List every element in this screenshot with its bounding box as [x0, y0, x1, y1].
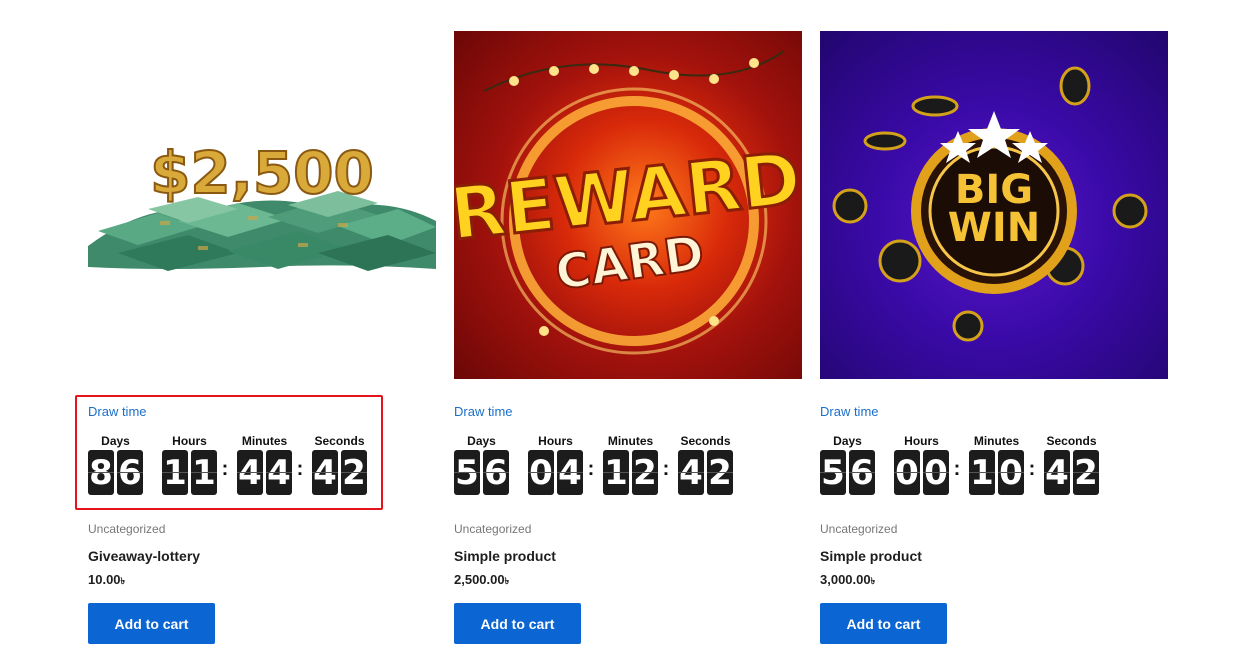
currency-symbol: ৳ [870, 576, 876, 586]
product-price: 2,500.00৳ [454, 572, 509, 589]
countdown-label-hours: Hours [904, 434, 939, 448]
countdown-hours: Hours 0 0 [894, 434, 949, 495]
product-category: Uncategorized [820, 522, 898, 536]
cash-stack-illustration: $2,500 [88, 138, 436, 271]
countdown-digit: 6 [483, 450, 509, 495]
countdown-hours: Hours 0 4 [528, 434, 583, 495]
draw-time-link[interactable]: Draw time [454, 404, 513, 419]
countdown-digit: 0 [528, 450, 554, 495]
countdown-label-seconds: Seconds [680, 434, 731, 448]
countdown-label-days: Days [833, 434, 862, 448]
countdown-label-minutes: Minutes [607, 434, 654, 448]
price-amount: 2,500.00 [454, 572, 505, 587]
countdown-label-seconds: Seconds [1046, 434, 1097, 448]
countdown-digit: 0 [998, 450, 1024, 495]
countdown-seconds: Seconds 4 2 [678, 434, 733, 495]
product-image-reward-card[interactable]: REWARD CARD [454, 31, 802, 379]
countdown-seconds: Seconds 4 2 [1044, 434, 1099, 495]
product-card: $2,500 Draw time Days 8 6 Hours 1 1 : Mi… [88, 31, 436, 644]
countdown-separator: : [1028, 458, 1036, 480]
countdown-digit: 1 [969, 450, 995, 495]
countdown-digit: 4 [678, 450, 704, 495]
countdown-separator: : [662, 458, 670, 480]
cash-amount-text: $2,500 [150, 139, 374, 207]
product-price: 3,000.00৳ [820, 572, 875, 589]
countdown-label-days: Days [467, 434, 496, 448]
product-title[interactable]: Simple product [454, 548, 556, 564]
product-category: Uncategorized [88, 522, 166, 536]
countdown-digit: 0 [894, 450, 920, 495]
product-price: 10.00৳ [88, 572, 125, 589]
product-category: Uncategorized [454, 522, 532, 536]
product-title[interactable]: Giveaway-lottery [88, 548, 200, 564]
countdown-timer: Days 5 6 Hours 0 0 : Minutes 1 0 : Secon… [820, 434, 1120, 496]
countdown-digit: 1 [603, 450, 629, 495]
countdown-digit: 5 [820, 450, 846, 495]
countdown-label-minutes: Minutes [973, 434, 1020, 448]
product-card: REWARD CARD Draw time Days 5 6 Hours 0 4… [454, 31, 802, 644]
win-text: WIN [948, 205, 1040, 251]
add-to-cart-button[interactable]: Add to cart [454, 603, 581, 644]
countdown-digit: 6 [849, 450, 875, 495]
countdown-minutes: Minutes 1 2 [603, 434, 658, 495]
countdown-digit: 2 [632, 450, 658, 495]
countdown-separator: : [587, 458, 595, 480]
countdown-separator: : [953, 458, 961, 480]
product-image-cash[interactable]: $2,500 [88, 31, 436, 379]
countdown-minutes: Minutes 1 0 [969, 434, 1024, 495]
highlight-annotation-box [75, 395, 383, 510]
countdown-days: Days 5 6 [454, 434, 509, 495]
currency-symbol: ৳ [120, 576, 126, 586]
add-to-cart-button[interactable]: Add to cart [88, 603, 215, 644]
countdown-digit: 4 [557, 450, 583, 495]
add-to-cart-button[interactable]: Add to cart [820, 603, 947, 644]
price-amount: 3,000.00 [820, 572, 871, 587]
countdown-digit: 5 [454, 450, 480, 495]
product-title[interactable]: Simple product [820, 548, 922, 564]
draw-time-link[interactable]: Draw time [820, 404, 879, 419]
countdown-timer: Days 5 6 Hours 0 4 : Minutes 1 2 : Secon… [454, 434, 754, 496]
price-amount: 10.00 [88, 572, 121, 587]
countdown-days: Days 5 6 [820, 434, 875, 495]
product-image-big-win[interactable]: BIG WIN [820, 31, 1168, 379]
big-win-illustration: BIG WIN [832, 66, 1148, 342]
product-card: BIG WIN Draw time Days 5 6 Hours 0 0 : M… [820, 31, 1168, 644]
countdown-label-hours: Hours [538, 434, 573, 448]
countdown-digit: 2 [1073, 450, 1099, 495]
countdown-digit: 0 [923, 450, 949, 495]
countdown-digit: 2 [707, 450, 733, 495]
countdown-digit: 4 [1044, 450, 1070, 495]
currency-symbol: ৳ [504, 576, 510, 586]
reward-card-illustration: REWARD CARD [454, 50, 802, 355]
